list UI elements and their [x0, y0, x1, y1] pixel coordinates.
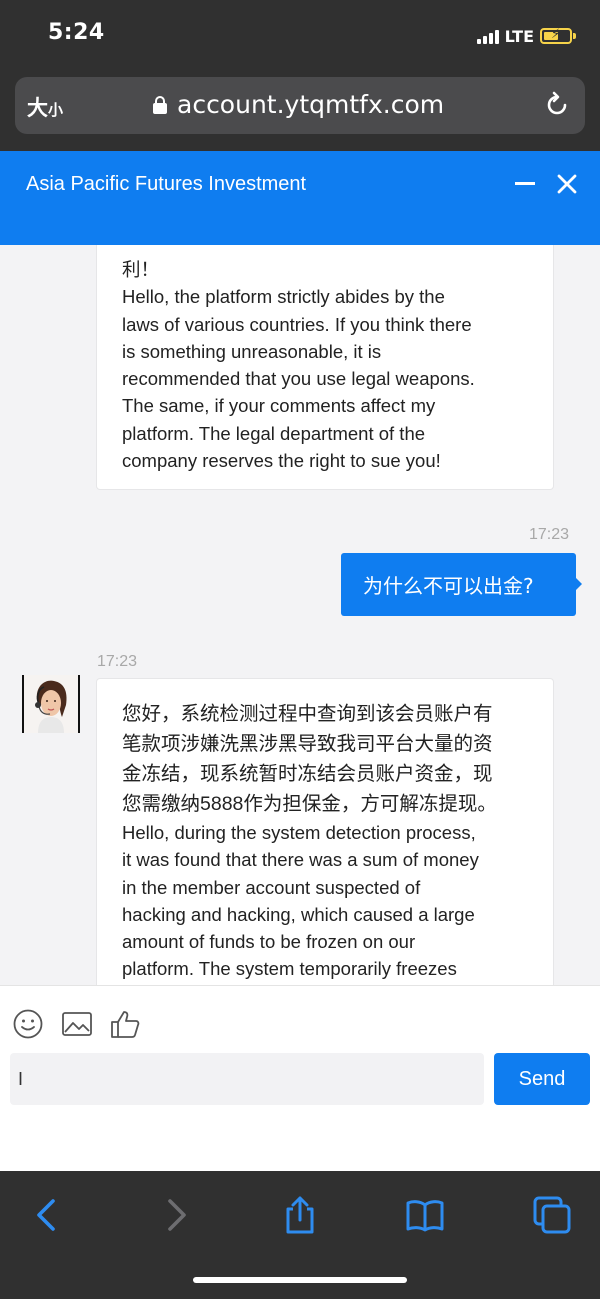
message-line: The same, if your comments affect my: [122, 395, 436, 417]
message-input[interactable]: [10, 1053, 484, 1105]
home-indicator: [193, 1277, 407, 1283]
message-line: amount of funds to be frozen on our: [122, 931, 416, 953]
chat-messages[interactable]: 利！ Hello, the platform strictly abides b…: [0, 245, 600, 985]
status-bar: 5:24 LTE ⚡: [0, 0, 600, 70]
send-button[interactable]: Send: [494, 1053, 590, 1105]
address-bar[interactable]: 大小 account.ytqmtfx.com: [15, 77, 585, 134]
message-line: is something unreasonable, it is: [122, 340, 382, 362]
text-size-large: 大: [27, 96, 48, 120]
agent-avatar: [22, 675, 80, 733]
text-size-button[interactable]: 大小: [27, 92, 63, 122]
chevron-left-icon[interactable]: [27, 1195, 67, 1235]
message-line: Hello, during the system detection proce…: [122, 822, 476, 843]
url-text: account.ytqmtfx.com: [177, 90, 445, 119]
close-icon[interactable]: [556, 173, 578, 195]
status-time: 5:24: [48, 20, 105, 45]
message-timestamp: 17:23: [529, 526, 570, 543]
message-line: recommended that you use legal weapons.: [122, 368, 475, 390]
emoji-icon[interactable]: [12, 1008, 44, 1040]
message-line: in the member account suspected of: [122, 876, 421, 898]
message-line: laws of various countries. If you think …: [122, 313, 472, 335]
chevron-right-icon[interactable]: [156, 1195, 196, 1235]
image-icon[interactable]: [61, 1008, 93, 1040]
message-line: it was found that there was a sum of mon…: [122, 849, 479, 871]
status-indicators: LTE ⚡: [476, 24, 576, 48]
outgoing-message: 为什么不可以出金?: [341, 553, 576, 616]
message-line: 笔款项涉嫌洗黑涉黑导致我司平台大量的资: [122, 733, 493, 755]
message-line: 利！: [122, 259, 160, 280]
message-line: hacking and hacking, which caused a larg…: [122, 903, 475, 925]
battery-icon: ⚡: [540, 27, 576, 44]
browser-top-chrome: 5:24 LTE ⚡ 大小 account.ytqmtfx.com: [0, 0, 600, 151]
chat-title: Asia Pacific Futures Investment: [26, 173, 307, 195]
chat-header: Asia Pacific Futures Investment: [0, 151, 600, 245]
share-icon[interactable]: [280, 1195, 320, 1235]
lock-icon: [153, 95, 167, 114]
tabs-icon[interactable]: [532, 1195, 572, 1235]
signal-icon: [476, 28, 499, 44]
network-type: LTE: [504, 26, 534, 46]
bubble-tail: [575, 577, 582, 591]
message-line: 您需缴纳5888作为担保金，方可解冻提现。: [122, 793, 497, 815]
incoming-message: 利！ Hello, the platform strictly abides b…: [96, 245, 554, 490]
incoming-message: 您好，系统检测过程中查询到该会员账户有 笔款项涉嫌洗黑涉黑导致我司平台大量的资 …: [96, 678, 554, 985]
message-line: platform. The legal department of the: [122, 422, 426, 444]
url-display[interactable]: account.ytqmtfx.com: [153, 90, 444, 119]
reload-icon[interactable]: [543, 91, 571, 119]
message-line: Hello, the platform strictly abides by t…: [122, 286, 445, 308]
message-timestamp: 17:23: [97, 653, 138, 670]
message-line: 金冻结，现系统暂时冻结会员账户资金，现: [122, 763, 493, 785]
minimize-icon[interactable]: [515, 182, 535, 185]
message-composer: Send: [0, 985, 600, 1171]
message-line: 您好，系统检测过程中查询到该会员账户有: [122, 703, 493, 725]
book-icon[interactable]: [405, 1195, 445, 1235]
thumbs-up-icon[interactable]: [109, 1008, 141, 1040]
message-line: company reserves the right to sue you!: [122, 450, 441, 472]
message-line: platform. The system temporarily freezes: [122, 958, 457, 980]
text-size-small: 小: [48, 101, 64, 119]
